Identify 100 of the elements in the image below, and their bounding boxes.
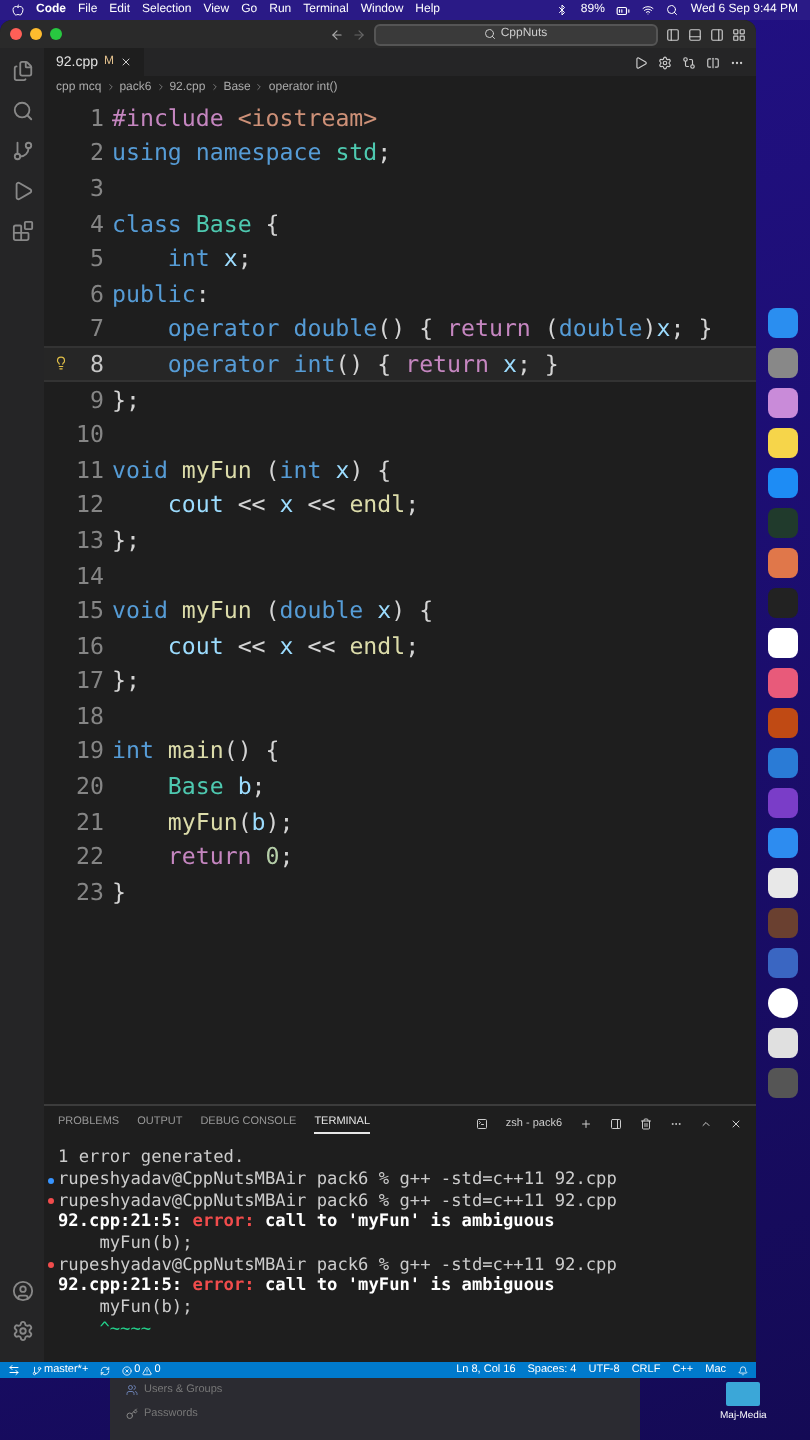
line-number: 17 [74,666,104,695]
folder-icon[interactable] [726,1382,761,1406]
error-icon [122,1365,133,1375]
line-number: 1 [88,103,104,132]
settings-icon[interactable] [658,55,672,69]
sync-icon[interactable] [100,1365,111,1375]
line-number: 4 [88,209,104,238]
code-line: int x; [165,244,252,273]
line-number: 15 [74,596,104,625]
wifi-icon[interactable] [642,4,655,16]
split-icon[interactable] [610,1117,622,1129]
terminal-line: myFun(b); [97,1298,193,1319]
code-line: }; [112,525,140,554]
code-line: int main() { [112,736,280,765]
chevron-icon [155,82,166,92]
forward-icon[interactable] [352,27,366,41]
panel-left-icon[interactable] [666,27,680,41]
code-line: cout << x << endl; [165,490,420,519]
code-line: cout << x << endl; [165,631,420,660]
compare-icon[interactable] [682,55,696,69]
terminal-line: ^~~~~ [97,1319,152,1340]
close-icon[interactable] [730,1117,742,1129]
app-icon[interactable] [768,628,798,658]
line-number: 12 [74,490,104,519]
code-line: using namespace std; [112,138,392,167]
search-icon[interactable] [11,100,33,122]
terminal-line: rupeshyadav@CppNutsMBAir pack6 % g++ -std=c++11 92.cpp [58,1170,617,1191]
line-number: 19 [74,736,104,765]
app-icon[interactable] [768,388,798,418]
line-number: 10 [74,420,104,449]
battery-icon [616,3,631,17]
terminal-line: 92.cpp:21:5: error: call to 'myFun' is ambiguous [58,1276,555,1297]
lightbulb-icon[interactable] [54,356,68,371]
split-editor-icon[interactable] [706,55,720,69]
explorer-icon[interactable] [11,60,33,82]
code-line: Base b; [165,772,266,801]
chevron-icon [105,82,116,92]
app-icon[interactable] [768,428,798,458]
account-icon[interactable] [11,1280,33,1302]
apple-icon[interactable] [12,4,24,16]
code-line: operator double() { return (double)x; } [165,314,713,343]
line-number: 16 [74,631,104,660]
search-icon [484,28,497,40]
back-icon[interactable] [330,27,344,41]
line-number: 6 [88,279,104,308]
chevron-icon [254,82,265,92]
line-number: 7 [88,314,104,343]
bell-icon[interactable] [738,1365,748,1375]
panel-right-icon[interactable] [710,27,724,41]
zoom-button[interactable] [50,28,62,40]
remote-icon[interactable] [8,1364,20,1376]
warning-icon [142,1365,153,1375]
terminal-line: rupeshyadav@CppNutsMBAir pack6 % g++ -std=c++11 92.cpp [58,1191,617,1212]
code-line: myFun(b); [165,807,294,836]
extensions-icon[interactable] [11,220,33,242]
code-line: public: [112,279,210,308]
bluetooth-icon[interactable] [556,4,569,16]
terminal-icon[interactable] [475,1117,488,1129]
close-icon[interactable] [120,56,133,68]
code-line: operator int() { return x; } [165,349,559,378]
line-number: 21 [74,807,104,836]
code-line: }; [112,385,140,414]
code-line: class Base { [112,209,280,238]
plus-icon[interactable] [580,1117,592,1129]
layout-icon[interactable] [732,27,746,41]
line-number: 11 [74,455,104,484]
terminal-line: rupeshyadav@CppNutsMBAir pack6 % g++ -std=c++11 92.cpp [58,1255,617,1276]
source-control-icon[interactable] [11,140,33,162]
line-number: 14 [74,561,104,590]
app-icon[interactable] [768,988,798,1018]
app-icon[interactable] [768,1028,798,1058]
code-line: void myFun (double x) { [112,596,434,625]
run-icon[interactable] [11,180,33,202]
terminal-line: myFun(b); [97,1234,193,1255]
line-number: 9 [88,385,104,414]
line-number: 8 [88,349,104,378]
line-number: 5 [88,244,104,273]
branch-icon [32,1365,42,1375]
code-line: #include <iostream> [112,103,378,132]
line-number: 3 [88,173,104,202]
terminal-line: 1 error generated. [58,1148,245,1169]
line-number: 22 [74,842,104,871]
panel-bottom-icon[interactable] [688,27,702,41]
minimize-button[interactable] [30,28,42,40]
line-number: 20 [74,772,104,801]
app-icon[interactable] [768,868,798,898]
chevron-icon [209,82,220,92]
maximize-icon[interactable] [700,1117,712,1129]
run-icon[interactable] [634,55,648,69]
terminal-line: 92.cpp:21:5: error: call to 'myFun' is ambiguous [58,1212,555,1233]
users-icon [126,1384,138,1396]
code-line: } [112,877,126,906]
line-number: 18 [74,701,104,730]
line-number: 23 [74,877,104,906]
key-icon [126,1408,138,1420]
code-line: return 0; [165,842,294,871]
close-button[interactable] [10,28,22,40]
code-line: void myFun (int x) { [112,455,392,484]
line-number: 13 [74,525,104,554]
settings-icon[interactable] [11,1320,33,1342]
